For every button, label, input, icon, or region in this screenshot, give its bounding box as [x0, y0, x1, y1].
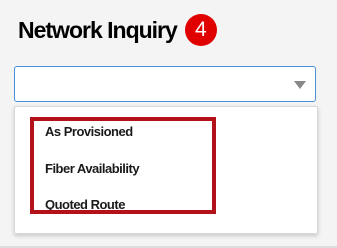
option-as-provisioned[interactable]: As Provisioned: [45, 124, 133, 139]
page-title: Network Inquiry: [18, 16, 178, 43]
network-inquiry-panel: Network Inquiry 4 As Provisioned Fiber A…: [0, 0, 337, 248]
step-number-badge: 4: [184, 14, 217, 46]
option-quoted-route[interactable]: Quoted Route: [45, 197, 125, 212]
option-fiber-availability[interactable]: Fiber Availability: [45, 161, 140, 176]
inquiry-type-select[interactable]: [14, 66, 316, 102]
chevron-down-icon[interactable]: [294, 81, 306, 89]
title-row: Network Inquiry 4: [18, 14, 217, 46]
